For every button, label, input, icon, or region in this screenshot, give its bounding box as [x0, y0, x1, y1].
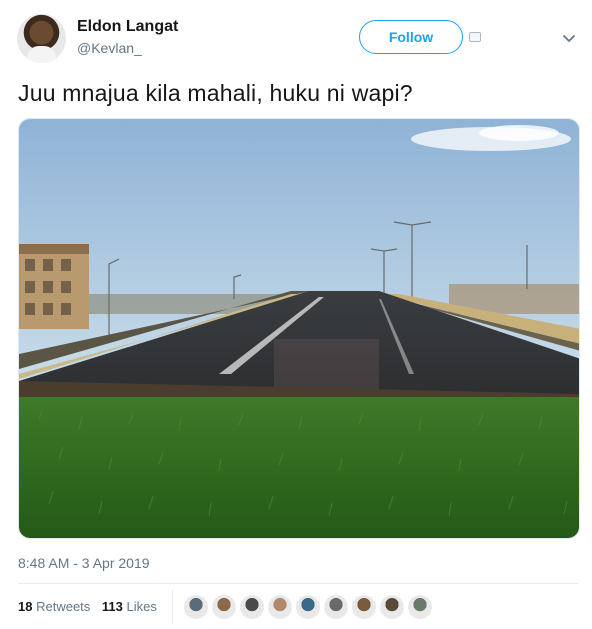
tweet-stats: 18 Retweets 113 Likes: [18, 599, 165, 614]
image-card-icon: [469, 32, 481, 42]
likes-stat[interactable]: 113 Likes: [102, 599, 157, 614]
likes-label: Likes: [126, 599, 157, 614]
chevron-down-icon[interactable]: [561, 30, 577, 46]
divider: [18, 583, 578, 584]
liker-avatar[interactable]: [407, 594, 433, 620]
retweets-stat[interactable]: 18 Retweets: [18, 599, 90, 614]
retweets-count: 18: [18, 599, 33, 614]
avatar[interactable]: [17, 14, 66, 63]
stats-separator: [172, 590, 173, 624]
follow-button[interactable]: Follow: [359, 20, 463, 54]
tweet-text: Juu mnajua kila mahali, huku ni wapi?: [18, 80, 413, 106]
retweets-label: Retweets: [36, 599, 91, 614]
tweet-timestamp[interactable]: 8:48 AM - 3 Apr 2019: [18, 555, 150, 571]
user-name[interactable]: Eldon Langat: [77, 18, 178, 36]
liker-avatars: [183, 594, 435, 620]
liker-avatar[interactable]: [351, 594, 377, 620]
liker-avatar[interactable]: [323, 594, 349, 620]
liker-avatar[interactable]: [379, 594, 405, 620]
likes-count: 113: [101, 599, 123, 614]
road-photo: [19, 119, 579, 538]
tweet-header: Eldon Langat @Kevlan_ Follow: [17, 14, 583, 66]
liker-avatar[interactable]: [267, 594, 293, 620]
liker-avatar[interactable]: [295, 594, 321, 620]
tweet-photo[interactable]: [18, 118, 580, 539]
liker-avatar[interactable]: [239, 594, 265, 620]
user-handle[interactable]: @Kevlan_: [77, 40, 142, 56]
liker-avatar[interactable]: [183, 594, 209, 620]
liker-avatar[interactable]: [211, 594, 237, 620]
